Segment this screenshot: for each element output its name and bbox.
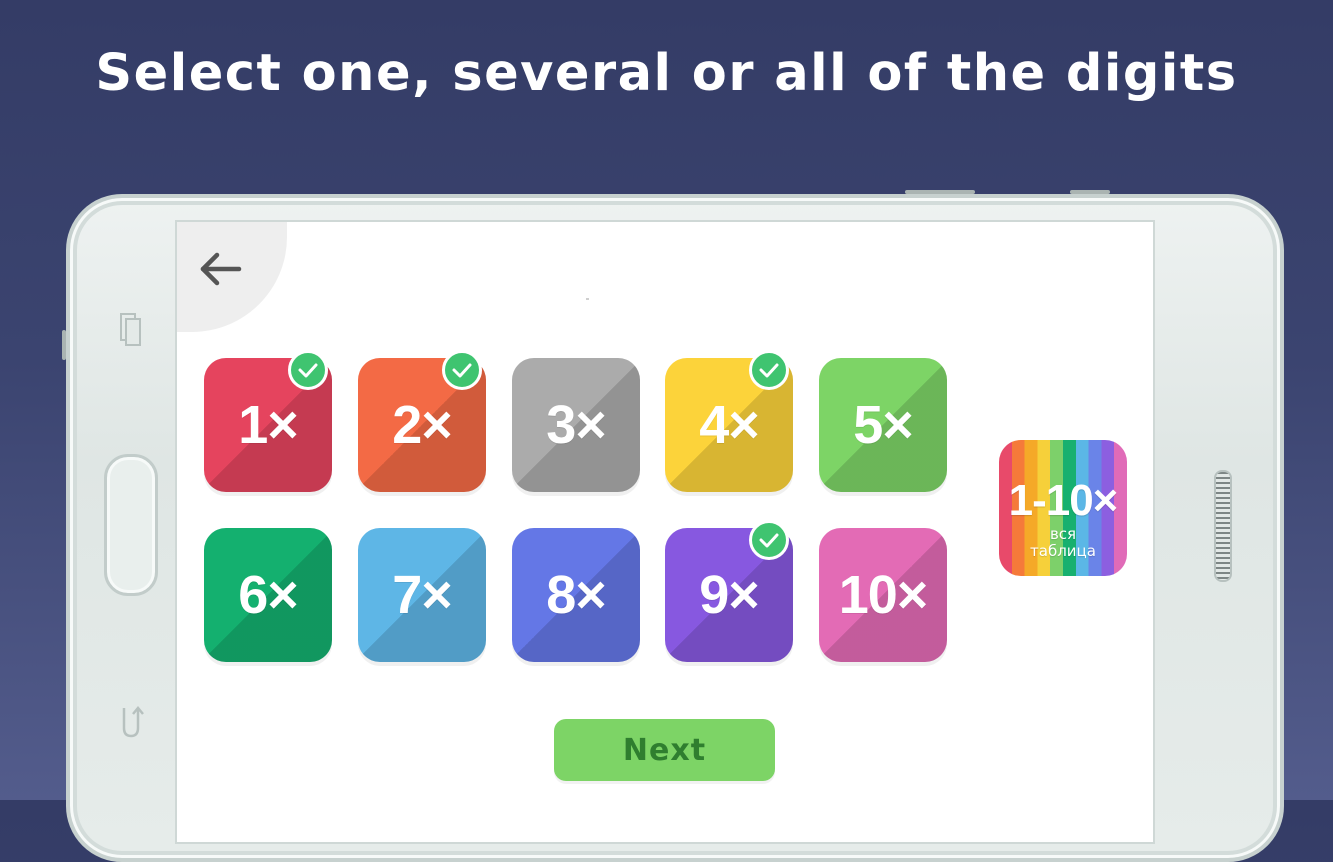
digit-tile-10[interactable]: 10× [819, 528, 947, 662]
phone-top-button [905, 190, 975, 194]
all-digits-tile[interactable]: 1-10× вся таблица [999, 440, 1127, 576]
digit-tile-label: 10× [838, 565, 929, 625]
all-digits-subtitle: вся таблица [999, 526, 1127, 560]
digit-tile-3[interactable]: 3× [512, 358, 640, 492]
back-key-icon[interactable] [118, 700, 144, 740]
recent-apps-icon[interactable] [118, 310, 144, 350]
checkmark-icon [749, 350, 789, 390]
digit-tile-7[interactable]: 7× [358, 528, 486, 662]
home-key[interactable] [104, 454, 158, 596]
checkmark-icon [749, 520, 789, 560]
digit-tile-label: 5× [853, 395, 914, 455]
next-button[interactable]: Next [554, 719, 775, 781]
arrow-left-icon [200, 252, 242, 286]
speaker-grille [1214, 470, 1232, 582]
digit-tile-label: 6× [238, 565, 299, 625]
digit-tile-label: 3× [546, 395, 607, 455]
digit-tile-8[interactable]: 8× [512, 528, 640, 662]
digit-tile-5[interactable]: 5× [819, 358, 947, 492]
all-digits-subtitle-line2: таблица [1030, 542, 1096, 560]
headline: Select one, several or all of the digits [95, 44, 1238, 103]
digit-tile-label: 8× [546, 565, 607, 625]
digit-tile-label: 7× [392, 565, 453, 625]
all-digits-label: 1-10× [1008, 476, 1119, 525]
all-digits-subtitle-line1: вся [1049, 525, 1077, 543]
phone-top-button-2 [1070, 190, 1110, 194]
phone-side-button [62, 330, 66, 360]
checkmark-icon [442, 350, 482, 390]
digit-tile-6[interactable]: 6× [204, 528, 332, 662]
back-button[interactable] [191, 244, 251, 294]
checkmark-icon [288, 350, 328, 390]
divider-dot [586, 298, 589, 300]
